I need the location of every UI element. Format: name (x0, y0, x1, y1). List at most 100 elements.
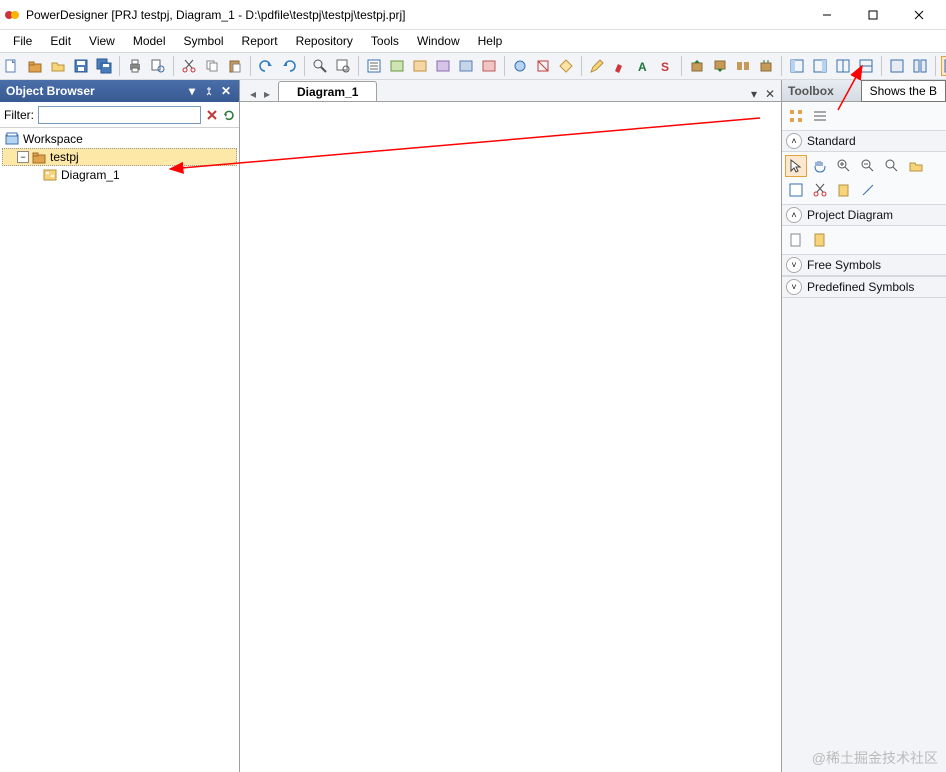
props-tool-icon[interactable] (785, 179, 807, 201)
brush-icon[interactable] (610, 56, 630, 76)
diagram-icon (42, 168, 58, 182)
section-predefined-symbols[interactable]: ˅ Predefined Symbols (782, 276, 946, 298)
menu-symbol[interactable]: Symbol (175, 32, 233, 50)
paste-icon[interactable] (225, 56, 245, 76)
tree-label-diagram: Diagram_1 (61, 168, 120, 182)
zoom-in-icon[interactable] (833, 155, 855, 177)
layout-1-icon[interactable] (787, 56, 807, 76)
layout-3-icon[interactable] (833, 56, 853, 76)
tree-node-diagram[interactable]: Diagram_1 (2, 166, 237, 184)
tool-d-icon[interactable] (456, 56, 476, 76)
toolbox-title: Toolbox (788, 84, 834, 98)
link-tool-icon[interactable] (857, 179, 879, 201)
tree-expander-icon[interactable]: − (17, 151, 29, 163)
browser-toggle-button[interactable] (941, 56, 946, 76)
tool-g-icon[interactable] (533, 56, 553, 76)
tab-prev-icon[interactable]: ◂ (246, 87, 260, 101)
layout-2-icon[interactable] (810, 56, 830, 76)
tool-h-icon[interactable] (556, 56, 576, 76)
panel-close-icon[interactable]: ✕ (219, 84, 233, 98)
menu-edit[interactable]: Edit (41, 32, 80, 50)
zoom-fit-icon[interactable] (881, 155, 903, 177)
menu-model[interactable]: Model (124, 32, 175, 50)
open-diag-icon[interactable] (905, 155, 927, 177)
text-a-icon[interactable]: A (633, 56, 653, 76)
object-tree[interactable]: Workspace − testpj Diagram_1 (0, 128, 239, 772)
menu-window[interactable]: Window (408, 32, 469, 50)
standard-tools (782, 152, 946, 204)
project-icon (31, 150, 47, 164)
open-icon[interactable] (48, 56, 68, 76)
file-tool-icon[interactable] (785, 229, 807, 251)
pencil-icon[interactable] (587, 56, 607, 76)
find-in-diagram-icon[interactable] (333, 56, 353, 76)
chevron-up-icon: ˄ (786, 133, 802, 149)
paste-tool-icon[interactable] (833, 179, 855, 201)
section-standard[interactable]: ˄ Standard (782, 130, 946, 152)
chevron-down-icon: ˅ (786, 257, 802, 273)
dependency-tool-icon[interactable] (809, 229, 831, 251)
category-grid-icon[interactable] (785, 105, 807, 127)
filter-clear-icon[interactable] (205, 106, 218, 124)
tool-b-icon[interactable] (410, 56, 430, 76)
properties-icon[interactable] (364, 56, 384, 76)
repo-checkout-icon[interactable] (710, 56, 730, 76)
filter-input[interactable] (38, 106, 201, 124)
tree-label-project: testpj (50, 150, 79, 164)
new-project-icon[interactable] (25, 56, 45, 76)
menu-view[interactable]: View (80, 32, 124, 50)
toolbox-panel: Toolbox ✕ ˄ Standard ˄ Project Diagram (782, 80, 946, 772)
new-model-icon[interactable] (2, 56, 22, 76)
section-project-diagram[interactable]: ˄ Project Diagram (782, 204, 946, 226)
toolbox-category-grid (782, 102, 946, 130)
repo-checkin-icon[interactable] (687, 56, 707, 76)
print-preview-icon[interactable] (148, 56, 168, 76)
tool-f-icon[interactable] (510, 56, 530, 76)
grabber-tool-icon[interactable] (809, 155, 831, 177)
panel-pin-icon[interactable] (202, 84, 216, 98)
undo-icon[interactable] (256, 56, 276, 76)
copy-icon[interactable] (202, 56, 222, 76)
delete-tool-icon[interactable] (809, 179, 831, 201)
maximize-button[interactable] (850, 0, 896, 30)
layout-5-icon[interactable] (887, 56, 907, 76)
tool-e-icon[interactable] (479, 56, 499, 76)
tool-a-icon[interactable] (387, 56, 407, 76)
text-s-icon[interactable]: S (656, 56, 676, 76)
menu-help[interactable]: Help (469, 32, 512, 50)
tab-next-icon[interactable]: ▸ (260, 87, 274, 101)
redo-icon[interactable] (279, 56, 299, 76)
workspace-icon (4, 132, 20, 146)
layout-6-icon[interactable] (910, 56, 930, 76)
tool-c-icon[interactable] (433, 56, 453, 76)
print-icon[interactable] (125, 56, 145, 76)
pointer-tool-icon[interactable] (785, 155, 807, 177)
menu-tools[interactable]: Tools (362, 32, 408, 50)
filter-refresh-icon[interactable] (222, 106, 235, 124)
diagram-canvas[interactable] (240, 102, 781, 772)
tree-node-workspace[interactable]: Workspace (2, 130, 237, 148)
tab-diagram-1[interactable]: Diagram_1 (278, 81, 377, 101)
filter-label: Filter: (4, 108, 34, 122)
repo-compare-icon[interactable] (733, 56, 753, 76)
minimize-button[interactable] (804, 0, 850, 30)
section-free-symbols[interactable]: ˅ Free Symbols (782, 254, 946, 276)
project-tools (782, 226, 946, 254)
tab-list-icon[interactable]: ▾ (747, 87, 761, 101)
repo-merge-icon[interactable] (756, 56, 776, 76)
tree-node-project[interactable]: − testpj (2, 148, 237, 166)
menu-file[interactable]: File (4, 32, 41, 50)
tab-close-icon[interactable]: ✕ (763, 87, 777, 101)
menu-repository[interactable]: Repository (287, 32, 362, 50)
close-button[interactable] (896, 0, 942, 30)
save-icon[interactable] (71, 56, 91, 76)
panel-dropdown-icon[interactable]: ▾ (185, 84, 199, 98)
layout-4-icon[interactable] (856, 56, 876, 76)
save-all-icon[interactable] (94, 56, 114, 76)
zoom-out-icon[interactable] (857, 155, 879, 177)
cut-icon[interactable] (179, 56, 199, 76)
category-list-icon[interactable] (809, 105, 831, 127)
svg-text:S: S (661, 60, 669, 74)
find-icon[interactable] (310, 56, 330, 76)
menu-report[interactable]: Report (233, 32, 287, 50)
